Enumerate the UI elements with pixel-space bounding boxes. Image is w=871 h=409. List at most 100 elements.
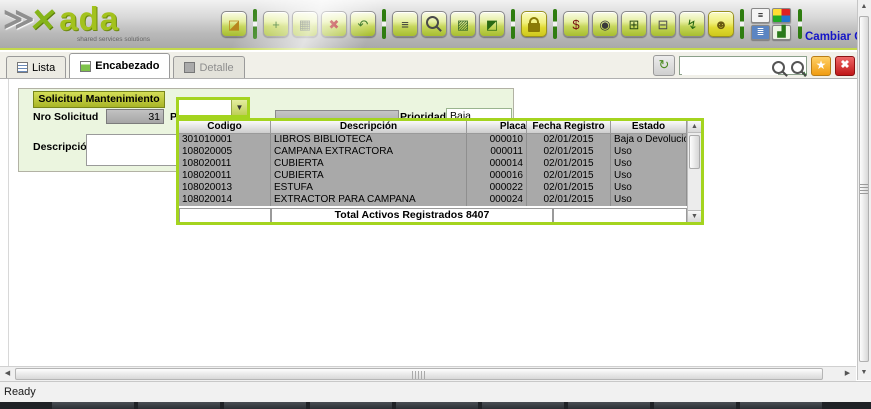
favorite-button[interactable]: ★ xyxy=(811,56,831,76)
tab-lista[interactable]: Lista xyxy=(6,56,66,78)
table-row[interactable]: 108020013ESTUFA00002202/01/2015Uso xyxy=(179,182,687,194)
taskbar-item[interactable] xyxy=(224,402,306,409)
toolbar-separator xyxy=(382,9,386,39)
app-window: ≫ ✕ ada shared services solutions ◪+▦✖↶≡… xyxy=(0,0,871,409)
app-logo: ≫ ✕ ada shared services solutions xyxy=(3,4,221,44)
advanced-search-icon[interactable] xyxy=(791,61,804,74)
status-bar: Ready xyxy=(0,381,871,402)
table-cell: Uso xyxy=(611,158,687,170)
taskbar-item[interactable] xyxy=(568,402,650,409)
camera-button[interactable]: ◉ xyxy=(592,11,618,37)
scroll-up-icon[interactable]: ▲ xyxy=(858,1,870,13)
scroll-left-icon[interactable]: ◀ xyxy=(1,368,14,380)
table-cell: 000024 xyxy=(467,194,527,206)
vertical-scroll-thumb[interactable] xyxy=(859,16,869,362)
horizontal-scroll-thumb[interactable] xyxy=(15,368,823,380)
table-cell: CAMPANA EXTRACTORA xyxy=(271,146,467,158)
horizontal-scrollbar[interactable]: ◀ ▶ xyxy=(0,366,856,381)
placa-combobox: ▼ xyxy=(176,97,250,118)
report-icon[interactable]: ≡ xyxy=(751,8,770,23)
scroll-down-icon[interactable]: ▼ xyxy=(688,210,701,222)
table-row[interactable]: 301010001LIBROS BIBLIOTECA00001002/01/20… xyxy=(179,134,687,146)
column-header[interactable]: Fecha Registro xyxy=(527,121,611,134)
open-green-folder-button[interactable]: ◩ xyxy=(479,11,505,37)
lock-button[interactable] xyxy=(521,11,547,37)
search-input[interactable] xyxy=(682,58,778,75)
services-button[interactable]: ↯ xyxy=(679,11,705,37)
column-header[interactable]: Descripción xyxy=(271,121,467,134)
tabs: Lista Encabezado Detalle xyxy=(6,53,248,78)
column-header[interactable]: Placa xyxy=(467,121,527,134)
table-cell: 000014 xyxy=(467,158,527,170)
table-cell: 108020011 xyxy=(179,158,271,170)
form-header-button[interactable]: Solicitud Mantenimiento xyxy=(33,91,165,108)
placa-combo-input[interactable] xyxy=(179,100,231,115)
tab-icon xyxy=(17,62,28,73)
open-folder-button[interactable]: ◪ xyxy=(221,11,247,37)
documents-icon[interactable]: ≣ xyxy=(751,25,770,40)
table-row[interactable]: 108020011CUBIERTA00001602/01/2015Uso xyxy=(179,170,687,182)
tab-actions: ↻ ★ ✖ xyxy=(653,55,855,76)
vertical-scrollbar[interactable]: ▲ ▼ xyxy=(857,0,871,380)
table-cell: 108020011 xyxy=(179,170,271,182)
grid-scrollbar[interactable]: ▲ ▼ xyxy=(687,121,701,222)
tab-label: Lista xyxy=(32,62,55,74)
table-row[interactable]: 108020011CUBIERTA00001402/01/2015Uso xyxy=(179,158,687,170)
chart-icon[interactable]: ▟ xyxy=(772,25,791,40)
cart-button[interactable]: ⊟ xyxy=(650,11,676,37)
grid-scroll-thumb[interactable] xyxy=(689,135,700,169)
table-cell: Uso xyxy=(611,170,687,182)
taskbar-item[interactable] xyxy=(138,402,220,409)
footer-empty-cell xyxy=(179,209,271,222)
tab-encabezado[interactable]: Encabezado xyxy=(69,53,170,78)
users-button[interactable]: ☻ xyxy=(708,11,734,37)
new-record-button[interactable]: + xyxy=(263,11,289,37)
search-icon[interactable] xyxy=(772,61,785,74)
undo-button[interactable]: ↶ xyxy=(350,11,376,37)
modules-icon: ⊞ xyxy=(629,18,640,31)
taskbar-item[interactable] xyxy=(740,402,822,409)
placa-dropdown-grid: CodigoDescripciónPlacaFecha RegistroEsta… xyxy=(176,118,704,225)
column-header[interactable]: Codigo xyxy=(179,121,271,134)
taskbar-strip xyxy=(0,402,871,409)
tab-label: Detalle xyxy=(199,62,233,74)
search-button[interactable] xyxy=(421,11,447,37)
column-header[interactable]: Estado xyxy=(611,121,687,134)
footer-empty-cell xyxy=(553,209,687,222)
mini-icon-cluster: ≡ ≣ ▟ xyxy=(751,8,791,40)
money-button[interactable]: $ xyxy=(563,11,589,37)
search-box xyxy=(679,56,807,75)
table-row[interactable]: 108020005CAMPANA EXTRACTORA00001102/01/2… xyxy=(179,146,687,158)
table-row[interactable]: 108020014EXTRACTOR PARA CAMPANA00002402/… xyxy=(179,194,687,206)
toolbar-separator xyxy=(253,9,257,39)
table-cell: 000022 xyxy=(467,182,527,194)
taskbar-item[interactable] xyxy=(310,402,392,409)
print-button[interactable]: ≡ xyxy=(392,11,418,37)
toolbar-buttons: ◪ +▦✖↶ ≡ ▨ ◩ $◉ ⊞ ⊟↯☻ xyxy=(221,9,747,39)
lock-icon xyxy=(528,23,540,32)
image-button[interactable]: ▨ xyxy=(450,11,476,37)
combo-dropdown-arrow-icon[interactable]: ▼ xyxy=(231,100,247,115)
taskbar-item[interactable] xyxy=(396,402,478,409)
taskbar-item[interactable] xyxy=(482,402,564,409)
modules-button[interactable]: ⊞ xyxy=(621,11,647,37)
table-cell: 02/01/2015 xyxy=(527,158,611,170)
save-button[interactable]: ▦ xyxy=(292,11,318,37)
taskbar-item[interactable] xyxy=(52,402,134,409)
table-cell: LIBROS BIBLIOTECA xyxy=(271,134,467,146)
tab-icon xyxy=(80,61,91,72)
refresh-button[interactable]: ↻ xyxy=(653,55,675,76)
scroll-right-icon[interactable]: ▶ xyxy=(841,368,854,380)
scroll-down-icon[interactable]: ▼ xyxy=(858,367,870,379)
search-icon xyxy=(426,16,439,29)
logo-text: ada xyxy=(59,2,119,35)
logo-x-icon: ✕ xyxy=(28,4,59,36)
open-green-folder-icon: ◩ xyxy=(486,18,498,31)
delete-button[interactable]: ✖ xyxy=(321,11,347,37)
scroll-up-icon[interactable]: ▲ xyxy=(688,121,701,133)
tab-detalle[interactable]: Detalle xyxy=(173,56,244,78)
table-cell: 301010001 xyxy=(179,134,271,146)
taskbar-item[interactable] xyxy=(654,402,736,409)
close-button[interactable]: ✖ xyxy=(835,56,855,76)
color-modules-icon[interactable] xyxy=(772,8,791,23)
